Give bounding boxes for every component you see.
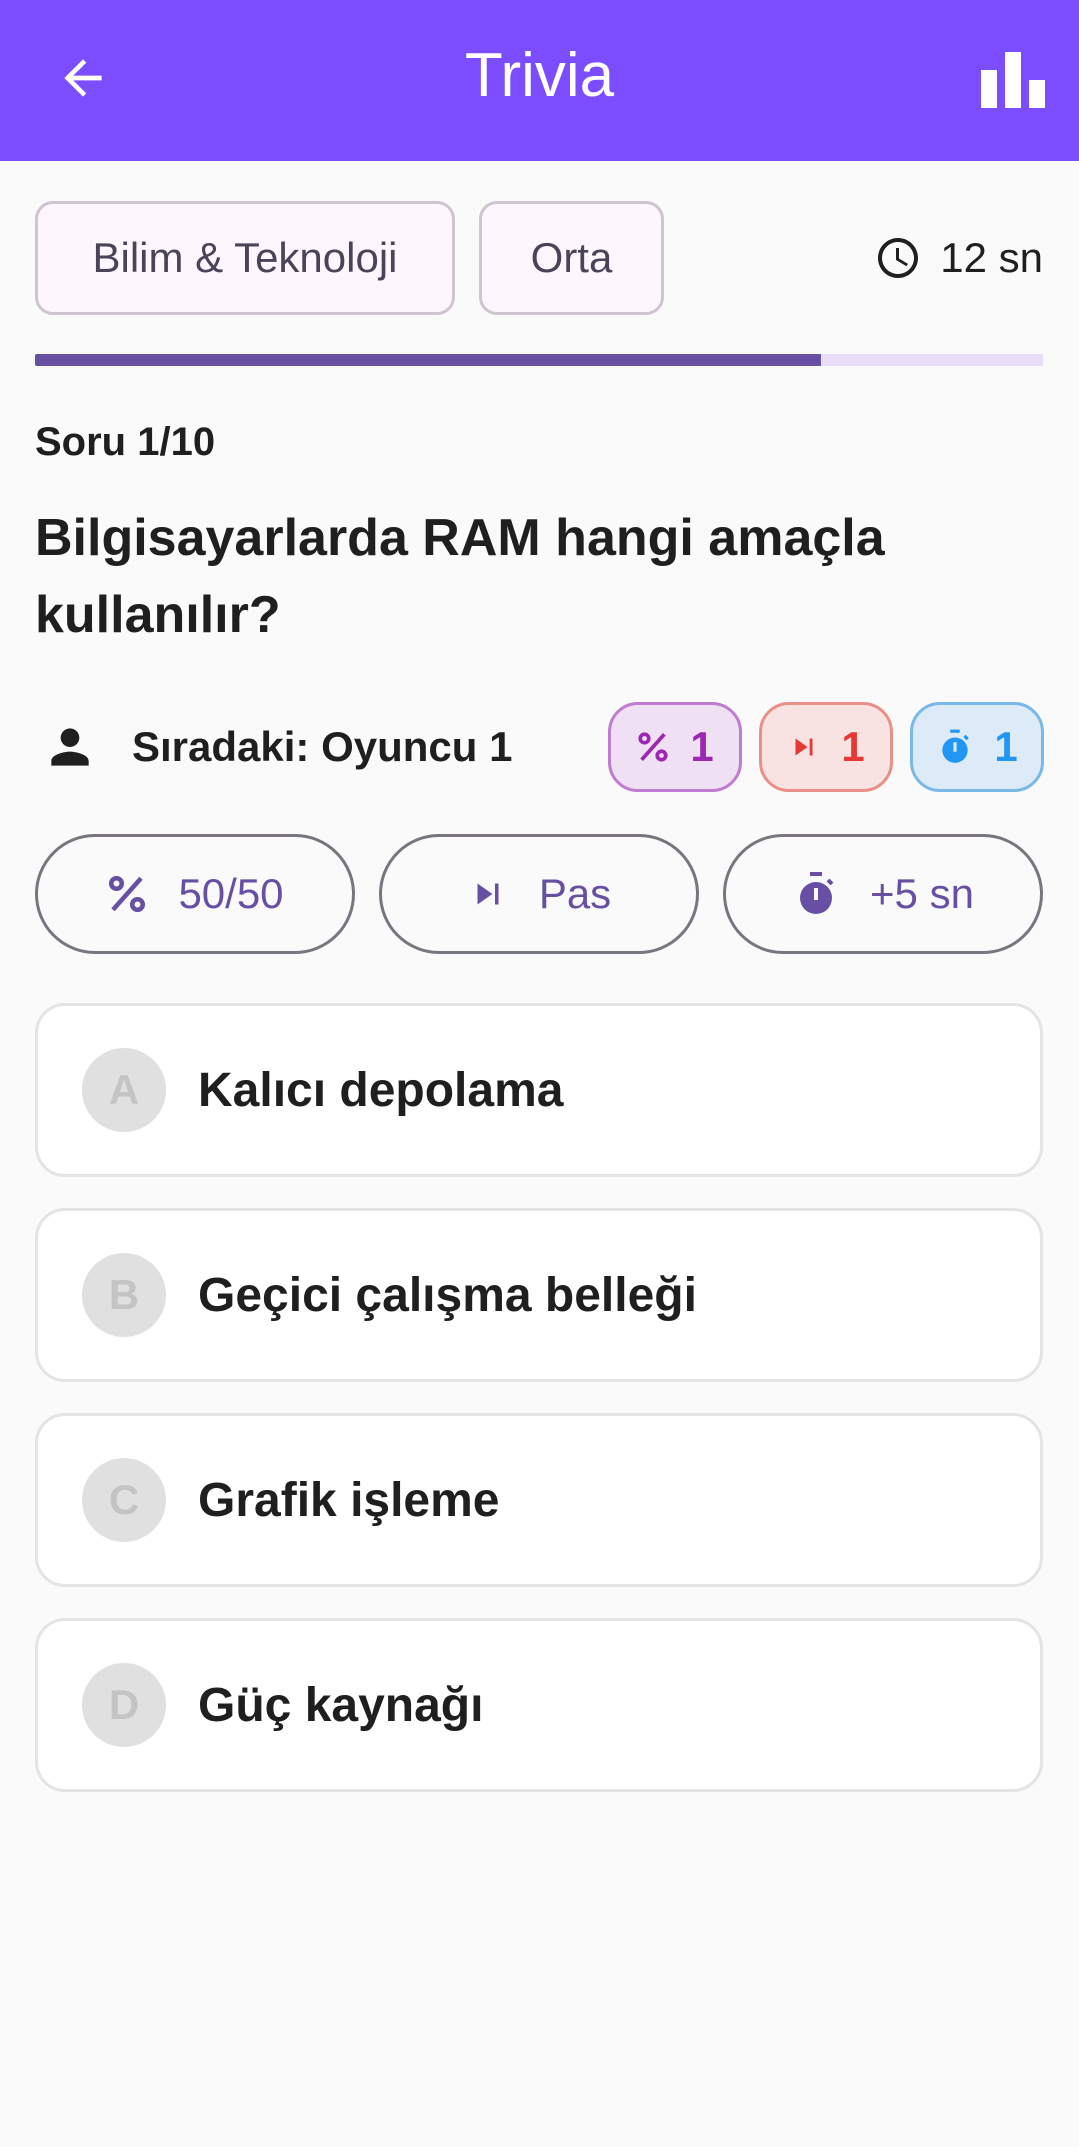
answer-option-b[interactable]: B Geçici çalışma belleği <box>35 1208 1043 1382</box>
clock-icon <box>878 238 919 278</box>
timer: 12 sn <box>874 230 1043 286</box>
bar-chart-icon <box>981 52 1045 108</box>
extra-time-label: +5 sn <box>870 870 974 917</box>
skip-next-icon <box>795 738 813 756</box>
percent-icon <box>638 732 668 762</box>
pass-count-badge: 1 <box>759 702 893 792</box>
difficulty-chip: Orta <box>479 201 664 315</box>
progress-bar <box>35 354 1043 366</box>
pass-count: 1 <box>841 723 865 770</box>
answer-option-d[interactable]: D Güç kaynağı <box>35 1618 1043 1792</box>
person-icon <box>51 728 89 766</box>
answer-option-a[interactable]: A Kalıcı depolama <box>35 1003 1043 1177</box>
fifty-count: 1 <box>690 723 714 770</box>
answer-text: Kalıcı depolama <box>198 1063 564 1117</box>
time-count: 1 <box>994 723 1018 770</box>
fifty-fifty-button[interactable]: 50/50 <box>35 834 355 954</box>
answer-letter: C <box>82 1458 166 1542</box>
app-title: Trivia <box>464 41 615 110</box>
answer-option-c[interactable]: C Grafik işleme <box>35 1413 1043 1587</box>
extra-time-button[interactable]: +5 sn <box>723 834 1043 954</box>
pass-button[interactable]: Pas <box>379 834 699 954</box>
skip-next-icon <box>477 883 499 905</box>
answer-text: Geçici çalışma belleği <box>198 1268 697 1322</box>
current-player-label: Sıradaki: Oyuncu 1 <box>132 723 513 770</box>
fifty-count-badge: 1 <box>608 702 742 792</box>
category-chip: Bilim & Teknoloji <box>35 201 455 315</box>
percent-icon <box>109 875 146 913</box>
answer-text: Güç kaynağı <box>198 1678 484 1732</box>
answer-text: Grafik işleme <box>198 1473 500 1527</box>
current-player: Sıradaki: Oyuncu 1 <box>42 715 512 779</box>
answer-letter: B <box>82 1253 166 1337</box>
answer-letter: D <box>82 1663 166 1747</box>
question-number: Soru 1/10 <box>35 420 216 464</box>
timer-text: 12 sn <box>940 234 1043 281</box>
pass-label: Pas <box>538 870 612 917</box>
timer-icon <box>942 729 970 763</box>
stats-button[interactable] <box>975 42 1051 118</box>
fifty-fifty-label: 50/50 <box>178 870 284 917</box>
question-text: Bilgisayarlarda RAM hangi amaçla kullanı… <box>35 509 885 644</box>
progress-fill <box>35 354 822 366</box>
timer-icon <box>800 872 834 914</box>
app-bar: Trivia <box>0 0 1079 161</box>
time-count-badge: 1 <box>910 702 1044 792</box>
answer-letter: A <box>82 1048 166 1132</box>
